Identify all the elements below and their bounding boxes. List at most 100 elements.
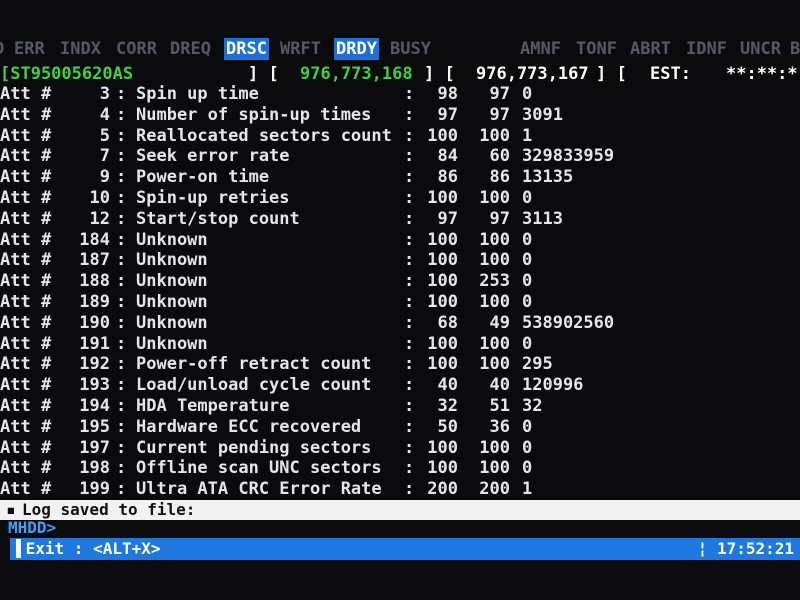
table-row: Att # 194: HDA Temperature: 32 51 32: [0, 396, 800, 417]
att-label: Att #: [0, 375, 52, 396]
value-raw: 0: [522, 187, 533, 208]
separator: :: [404, 146, 415, 167]
value-worst: 200: [479, 479, 510, 500]
attribute-name: Offline scan UNC sectors: [136, 458, 382, 479]
table-row: Att #10: Spin-up retries:100 100 0: [0, 188, 800, 209]
attribute-name: Power-off retract count: [136, 354, 372, 375]
flag-corr: CORR: [116, 39, 157, 59]
table-row: Att #189: Unknown:100 100 0: [0, 292, 800, 313]
value-current: 100: [427, 125, 458, 146]
separator: :: [404, 208, 415, 229]
value-raw: 0: [522, 229, 533, 250]
value-current: 100: [427, 250, 458, 271]
att-label: Att #: [0, 354, 52, 375]
table-row: Att #198: Offline scan UNC sectors:100 100…: [0, 458, 800, 479]
att-label: Att #: [0, 187, 52, 208]
separator: :: [404, 125, 415, 146]
table-row: Att # 190: Unknown: 68 49 538902560: [0, 313, 800, 334]
separator: :: [404, 250, 415, 271]
value-current: 100: [427, 271, 458, 292]
value-current: 100: [427, 437, 458, 458]
att-label: Att #: [0, 395, 52, 416]
attribute-id: 188: [79, 271, 110, 292]
table-row: Att #188: Unknown:100 253 0: [0, 271, 800, 292]
attribute-name: Unknown: [136, 271, 208, 292]
table-row: Att #5: Reallocated sectors count:100 100 1: [0, 126, 800, 147]
value-current: 68: [437, 312, 458, 333]
log-message-bar: ▪ Log saved to file:: [0, 500, 800, 520]
attribute-name: Ultra ATA CRC Error Rate: [136, 479, 382, 500]
att-label: Att #: [0, 271, 52, 292]
separator: :: [116, 125, 127, 146]
separator: :: [116, 354, 127, 375]
flag-busy: BUSY: [390, 39, 431, 59]
flag-amnf: AMNF: [520, 39, 561, 59]
flag-drsc: DRSC: [224, 38, 269, 60]
attribute-id: 9: [99, 167, 110, 188]
value-raw: 120996: [522, 375, 584, 396]
value-worst: 100: [479, 458, 510, 479]
attribute-id: 10: [89, 187, 110, 208]
att-label: Att #: [0, 146, 52, 167]
separator: :: [404, 333, 415, 354]
value-current: 32: [437, 395, 458, 416]
separator: :: [116, 437, 127, 458]
table-row: Att #191: Unknown:100 100 0: [0, 334, 800, 355]
value-raw: 1: [522, 125, 533, 146]
attribute-name: Reallocated sectors count: [136, 125, 392, 146]
attribute-name: Spin up time: [136, 84, 259, 104]
value-raw: 0: [522, 250, 533, 271]
est-value: **:**:*: [726, 64, 798, 84]
value-current: 97: [437, 104, 458, 125]
value-worst: 97: [489, 208, 510, 229]
separator: :: [404, 479, 415, 500]
att-label: Att #: [0, 437, 52, 458]
value-raw: 3091: [522, 104, 563, 125]
separator: :: [116, 416, 127, 437]
att-label: Att #: [0, 229, 52, 250]
flag-tonf: TONF: [576, 39, 617, 59]
attribute-id: 193: [79, 375, 110, 396]
value-worst: 36: [489, 416, 510, 437]
attribute-name: HDA Temperature: [136, 395, 290, 416]
separator: :: [116, 271, 127, 292]
value-worst: 51: [489, 395, 510, 416]
value-current: 40: [437, 375, 458, 396]
mhdd-screen: D ERR INDX CORR DREQ DRSC WRFT DRDY BUSY…: [0, 0, 800, 600]
command-prompt[interactable]: MHDD>: [8, 519, 56, 537]
separator: :: [404, 375, 415, 396]
attribute-name: Seek error rate: [136, 146, 290, 167]
table-row: Att # 12: Start/stop count: 97 97 3113: [0, 209, 800, 230]
smart-attribute-table: Att #3: Spin up time:98 97 0 Att #4: Number o…: [0, 84, 800, 500]
att-label: Att #: [0, 167, 52, 188]
attribute-id: 198: [79, 458, 110, 479]
bracket-2: ] [: [424, 64, 455, 84]
exit-hint[interactable]: ▌Exit : <ALT+X>: [16, 538, 161, 560]
attribute-id: 190: [79, 312, 110, 333]
att-label: Att #: [0, 479, 52, 500]
flag-d: D: [0, 38, 4, 60]
value-current: 100: [427, 354, 458, 375]
attribute-id: 12: [89, 208, 110, 229]
table-row: Att #184: Unknown:100 100 0: [0, 230, 800, 251]
flag-indx: INDX: [60, 39, 101, 59]
attribute-id: 195: [79, 416, 110, 437]
value-raw: 13135: [522, 167, 574, 188]
flag-b: B: [790, 39, 800, 59]
separator: :: [404, 291, 415, 312]
attribute-name: Load/unload cycle count: [136, 375, 372, 396]
flag-idnf: IDNF: [686, 39, 727, 59]
table-row: Att # 4: Number of spin-up times: 97 97 3091: [0, 105, 800, 126]
drive-model: [ST95005620AS: [0, 64, 134, 84]
separator: :: [404, 437, 415, 458]
separator: :: [116, 375, 127, 396]
attribute-id: 192: [79, 354, 110, 375]
attribute-name: Unknown: [136, 333, 208, 354]
table-row: Att # 9: Power-on time: 86 86 13135: [0, 167, 800, 188]
value-current: 100: [427, 291, 458, 312]
lba-max: 976,773,167: [476, 64, 589, 84]
attribute-name: Unknown: [136, 250, 208, 271]
attribute-name: Current pending sectors: [136, 437, 372, 458]
separator: :: [404, 458, 415, 479]
att-label: Att #: [0, 250, 52, 271]
